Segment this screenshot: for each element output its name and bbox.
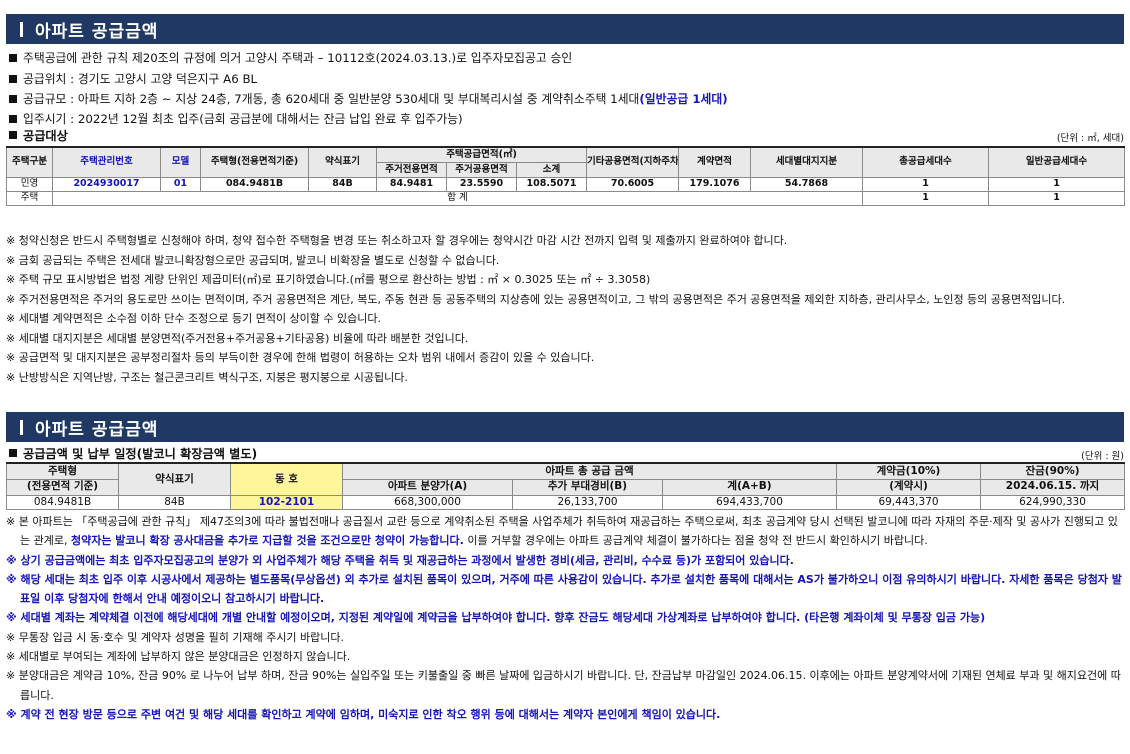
section1-title: 아파트 공급금액 bbox=[35, 21, 159, 42]
payment-schedule-title: 공급금액 및 납부 일정(발코니 확장금액 별도) bbox=[23, 447, 258, 461]
note-item: ※ 무통장 입금 시 동·호수 및 계약자 성명을 필히 기재해 주시기 바랍니… bbox=[6, 630, 345, 644]
col-other-common: 기타공용면적(지하주차장등) bbox=[586, 146, 679, 178]
info-location: 공급위치 : 경기도 고양시 고양 덕은지구 A6 BL bbox=[6, 70, 257, 87]
note-item: ※ 상기 공급금액에는 최초 입주자모집공고의 분양가 외 사업주체가 해당 주… bbox=[6, 553, 794, 567]
banner-bar-icon bbox=[20, 419, 23, 435]
banner-bar-icon bbox=[20, 21, 23, 37]
col-contract-area: 계약면적 bbox=[678, 146, 751, 178]
supply-target-header: 공급대상 (단위 : ㎡, 세대) bbox=[6, 126, 1124, 144]
payment-table: 주택형 약식표기 동 호 아파트 총 공급 금액 계약금(10%) 잔금(90%… bbox=[6, 462, 1125, 510]
col-subtotal: 소계 bbox=[516, 161, 587, 178]
note-item: ※ 계약 전 현장 방문 등으로 주변 여건 및 해당 세대를 확인하고 계약에… bbox=[6, 707, 721, 721]
note-item: ※ 주거전용면적은 주거의 용도로만 쓰이는 면적이며, 주거 공용면적은 계단… bbox=[6, 292, 1066, 306]
unit-label: (단위 : ㎡, 세대) bbox=[1056, 133, 1124, 144]
col-housetype: 주택형(전용면적기준) bbox=[200, 146, 309, 178]
supply-notes: ※ 청약신청은 반드시 주택형별로 신청해야 하며, 청약 접수한 주택형을 변… bbox=[6, 231, 1124, 387]
col-abbr: 약식표기 bbox=[308, 146, 377, 178]
col-sum: 계(A+B) bbox=[662, 478, 837, 496]
col-house-code: 주택관리번호 bbox=[52, 146, 161, 178]
col-house-type: 주택구분 bbox=[6, 146, 53, 178]
col-general-units: 일반공급세대수 bbox=[988, 146, 1125, 178]
note-item: ※ 청약신청은 반드시 주택형별로 신청해야 하며, 청약 접수한 주택형을 변… bbox=[6, 234, 788, 247]
col-land-share: 세대별대지지분 bbox=[750, 146, 863, 178]
note-item: ※ 금회 공급되는 주택은 전세대 발코니확장형으로만 공급되며, 발코니 비확… bbox=[6, 253, 500, 267]
col-abbr: 약식표기 bbox=[118, 462, 231, 496]
note-item: ※ 해당 세대는 최초 입주 이후 시공사에서 제공하는 별도품목(무상옵션) … bbox=[6, 572, 1122, 606]
square-bullet-icon bbox=[9, 449, 17, 457]
table-row: 민영 2024930017 01 084.9481B 84B 84.9481 2… bbox=[6, 176, 1125, 192]
col-sale-price: 아파트 분양가(A) bbox=[342, 478, 513, 496]
square-bullet-icon bbox=[9, 53, 17, 62]
unit-label: (단위 : 원) bbox=[1081, 451, 1124, 462]
square-bullet-icon bbox=[9, 131, 17, 139]
note-item: ※ 공급면적 및 대지지분은 공부정리절차 등의 부득이한 경우에 한해 법령이… bbox=[6, 351, 595, 364]
table-total-row: 주택 합 계 1 1 bbox=[6, 190, 1125, 206]
col-housetype: 주택형 bbox=[6, 462, 119, 480]
info-approval: 주택공급에 관한 규칙 제20조의 규정에 의거 고양시 주택과 – 10112… bbox=[6, 49, 572, 66]
col-deposit-sub: (계약시) bbox=[836, 478, 981, 496]
col-balance-sub: 2024.06.15. 까지 bbox=[980, 478, 1125, 496]
section2-banner: 아파트 공급금액 bbox=[6, 412, 1124, 442]
info-move-in: 입주시기 : 2022년 12월 최초 입주(금회 공급분에 대해서는 잔금 납… bbox=[6, 110, 463, 127]
note-item: ※ 세대별 계약면적은 소수점 이하 단수 조정으로 등기 면적이 상이할 수 … bbox=[6, 312, 382, 325]
col-exclusive: 주거전용면적 bbox=[376, 161, 447, 178]
note-item: ※ 세대별로 부여되는 계좌에 납부하지 않은 분양대금은 인정하지 않습니다. bbox=[6, 650, 351, 664]
col-extra-cost: 추가 부대경비(B) bbox=[512, 478, 663, 496]
note-item: ※ 주택 규모 표시방법은 법정 계량 단위인 제곱미터(㎡)로 표기하였습니다… bbox=[6, 273, 651, 286]
note-item: ※ 세대별 계좌는 계약체결 이전에 해당세대에 개별 안내할 예정이오며, 지… bbox=[6, 611, 986, 625]
col-unit-number: 동 호 bbox=[230, 462, 343, 496]
supply-target-title: 공급대상 bbox=[23, 129, 68, 143]
col-model: 모델 bbox=[160, 146, 201, 178]
note-item: ※ 난방방식은 지역난방, 구조는 철근콘크리트 벽식구조, 지붕은 평지붕으로… bbox=[6, 370, 408, 384]
square-bullet-icon bbox=[9, 114, 17, 123]
section2-title: 아파트 공급금액 bbox=[35, 419, 159, 440]
note-item: ※ 분양대금은 계약금 10%, 잔금 90% 로 나누어 납부 하며, 잔금 … bbox=[6, 669, 1121, 702]
payment-schedule-header: 공급금액 및 납부 일정(발코니 확장금액 별도) (단위 : 원) bbox=[6, 444, 1124, 462]
col-housetype-sub: (전용면적 기준) bbox=[6, 478, 119, 496]
col-total-units: 총공급세대수 bbox=[862, 146, 989, 178]
section1-banner: 아파트 공급금액 bbox=[6, 14, 1124, 44]
square-bullet-icon bbox=[9, 74, 17, 83]
note-item: ※ 본 아파트는 「주택공급에 관한 규칙」 제47조의3에 따라 불법전매나 … bbox=[6, 515, 1118, 548]
col-total-supply-price: 아파트 총 공급 금액 bbox=[342, 462, 837, 480]
table-row: 084.9481B 84B 102-2101 668,300,000 26,13… bbox=[6, 494, 1125, 510]
announcement-page: 아파트 공급금액 주택공급에 관한 규칙 제20조의 규정에 의거 고양시 주택… bbox=[0, 0, 1130, 754]
note-item: ※ 세대별 대지지분은 세대별 분양면적(주거전용+주거공용+기타공용) 비율에… bbox=[6, 331, 469, 345]
payment-notes: ※ 본 아파트는 「주택공급에 관한 규칙」 제47조의3에 따라 불법전매나 … bbox=[6, 512, 1124, 724]
info-scale: 공급규모 : 아파트 지하 2층 ~ 지상 24층, 7개동, 총 620세대 … bbox=[6, 90, 728, 107]
col-common: 주거공용면적 bbox=[446, 161, 517, 178]
square-bullet-icon bbox=[9, 94, 17, 103]
col-deposit: 계약금(10%) bbox=[836, 462, 981, 480]
supply-target-table: 주택구분 주택관리번호 모델 주택형(전용면적기준) 약식표기 주택공급면적(㎡… bbox=[6, 146, 1125, 206]
col-balance: 잔금(90%) bbox=[980, 462, 1125, 480]
col-supply-area: 주택공급면적(㎡) bbox=[376, 146, 587, 163]
